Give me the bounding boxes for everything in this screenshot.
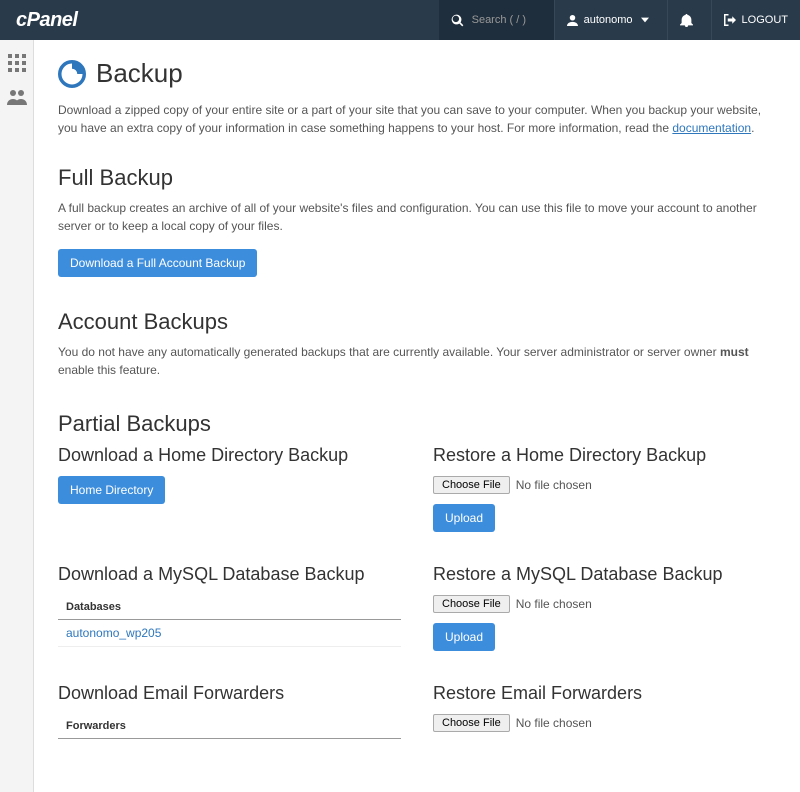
documentation-link[interactable]: documentation: [672, 121, 751, 135]
full-backup-desc: A full backup creates an archive of all …: [58, 199, 776, 235]
account-backups-desc: You do not have any automatically genera…: [58, 343, 776, 379]
mysql-dl-heading: Download a MySQL Database Backup: [58, 564, 401, 585]
logout-label: LOGOUT: [742, 14, 788, 26]
sidebar-users[interactable]: [0, 80, 34, 114]
email-dl-col: Download Email Forwarders Forwarders: [58, 683, 401, 742]
db-table-header: Databases: [58, 595, 401, 620]
main-content: Backup Download a zipped copy of your en…: [34, 40, 800, 792]
mysql-restore-col: Restore a MySQL Database Backup Choose F…: [433, 564, 776, 651]
user-icon: [567, 15, 578, 26]
page-title: Backup: [96, 58, 183, 89]
home-restore-col: Restore a Home Directory Backup Choose F…: [433, 445, 776, 532]
email-restore-col: Restore Email Forwarders Choose File No …: [433, 683, 776, 742]
logo: cPanel: [0, 9, 93, 32]
logout-button[interactable]: LOGOUT: [711, 0, 800, 40]
account-backups-heading: Account Backups: [58, 309, 776, 335]
chevron-down-icon: [641, 16, 649, 24]
choose-file-email[interactable]: Choose File: [433, 714, 510, 732]
upload-mysql-button[interactable]: Upload: [433, 623, 495, 651]
choose-file-home[interactable]: Choose File: [433, 476, 510, 494]
notifications[interactable]: [667, 0, 711, 40]
no-file-mysql: No file chosen: [516, 597, 592, 611]
intro-text: Download a zipped copy of your entire si…: [58, 101, 776, 137]
full-backup-heading: Full Backup: [58, 165, 776, 191]
upload-home-button[interactable]: Upload: [433, 504, 495, 532]
partial-backups-heading: Partial Backups: [58, 411, 776, 437]
full-backup-section: Full Backup A full backup creates an arc…: [58, 165, 776, 277]
user-menu[interactable]: autonomo: [554, 0, 667, 40]
sidebar-grid[interactable]: [0, 46, 34, 80]
search-input[interactable]: [472, 14, 542, 26]
user-label: autonomo: [584, 14, 633, 26]
search-icon: [451, 14, 464, 27]
topbar: cPanel autonomo LOGOUT: [0, 0, 800, 40]
no-file-home: No file chosen: [516, 478, 592, 492]
home-directory-button[interactable]: Home Directory: [58, 476, 165, 504]
no-file-email: No file chosen: [516, 716, 592, 730]
table-row: autonomo_wp205: [58, 620, 401, 647]
email-dl-heading: Download Email Forwarders: [58, 683, 401, 704]
home-dl-heading: Download a Home Directory Backup: [58, 445, 401, 466]
home-restore-heading: Restore a Home Directory Backup: [433, 445, 776, 466]
fwd-table-header: Forwarders: [58, 714, 401, 739]
search-box[interactable]: [439, 0, 554, 40]
grid-icon: [8, 54, 26, 72]
choose-file-mysql[interactable]: Choose File: [433, 595, 510, 613]
account-backups-section: Account Backups You do not have any auto…: [58, 309, 776, 379]
backup-icon: [58, 60, 86, 88]
sidebar: [0, 40, 34, 792]
email-restore-heading: Restore Email Forwarders: [433, 683, 776, 704]
mysql-restore-heading: Restore a MySQL Database Backup: [433, 564, 776, 585]
home-dl-col: Download a Home Directory Backup Home Di…: [58, 445, 401, 532]
mysql-dl-col: Download a MySQL Database Backup Databas…: [58, 564, 401, 651]
bell-icon: [680, 14, 693, 27]
logout-icon: [724, 14, 736, 26]
users-icon: [7, 89, 27, 105]
full-backup-download-button[interactable]: Download a Full Account Backup: [58, 249, 257, 277]
db-download-link[interactable]: autonomo_wp205: [66, 626, 161, 640]
